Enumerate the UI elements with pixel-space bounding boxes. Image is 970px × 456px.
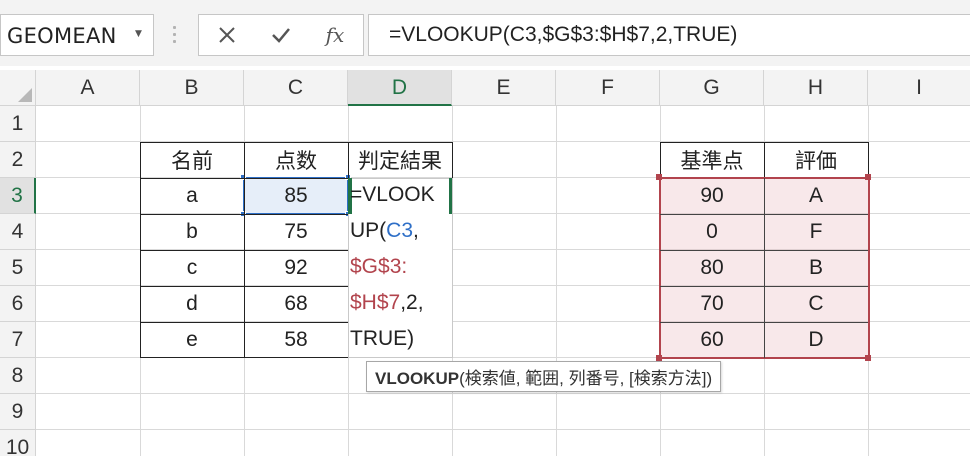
- cell-h5[interactable]: B: [764, 250, 868, 286]
- column-header-e[interactable]: E: [452, 70, 556, 106]
- table-border: [140, 142, 453, 143]
- table-border: [244, 142, 245, 358]
- table-border: [764, 142, 765, 178]
- cell-c2-header-score[interactable]: 点数: [244, 142, 348, 178]
- row-header-2[interactable]: 2: [0, 142, 36, 178]
- row-header-5[interactable]: 5: [0, 250, 36, 286]
- row-header-8[interactable]: 8: [0, 358, 36, 394]
- row-header-6[interactable]: 6: [0, 286, 36, 322]
- select-all-button[interactable]: [0, 70, 36, 106]
- drag-handle-icon[interactable]: [173, 26, 177, 44]
- formula-toolbar: GEOMEAN ▼ fx =VLOOKUP(C3,$G$3:$H$7,2,TRU…: [0, 0, 970, 66]
- cell-g7[interactable]: 60: [660, 322, 764, 358]
- cell-h2-header-grade[interactable]: 評価: [764, 142, 868, 178]
- row-header-3[interactable]: 3: [0, 178, 36, 214]
- table-border: [452, 142, 453, 178]
- enter-button[interactable]: [261, 15, 301, 55]
- cancel-button[interactable]: [207, 15, 247, 55]
- edit-line-5: TRUE): [350, 327, 415, 350]
- column-header-d[interactable]: D: [348, 70, 452, 106]
- row-header-10[interactable]: 10: [0, 430, 36, 456]
- cell-d2-header-result[interactable]: 判定結果: [348, 142, 452, 178]
- cell-b3[interactable]: a: [140, 178, 244, 214]
- formula-text: =VLOOKUP(C3,$G$3:$H$7,2,TRUE): [389, 23, 738, 46]
- cell-c7[interactable]: 58: [244, 322, 348, 358]
- worksheet-grid[interactable]: A B C D E F G H I 1 2 3 4 5 6 7 8 9 10 名…: [0, 70, 970, 456]
- name-box[interactable]: GEOMEAN ▼: [0, 14, 154, 56]
- cell-g3[interactable]: 90: [660, 178, 764, 214]
- cell-c5[interactable]: 92: [244, 250, 348, 286]
- row-header-4[interactable]: 4: [0, 214, 36, 250]
- edit-line-3: $G$3:: [350, 255, 408, 278]
- insert-function-button[interactable]: fx: [315, 15, 355, 55]
- cell-b7[interactable]: e: [140, 322, 244, 358]
- close-icon: [219, 27, 235, 43]
- cell-b2-header-name[interactable]: 名前: [140, 142, 244, 178]
- row-header-9[interactable]: 9: [0, 394, 36, 430]
- edit-text: UP(: [350, 219, 387, 242]
- cell-g2-header-threshold[interactable]: 基準点: [660, 142, 764, 178]
- column-header-h[interactable]: H: [764, 70, 868, 106]
- cell-b4[interactable]: b: [140, 214, 244, 250]
- row-header-7[interactable]: 7: [0, 322, 36, 358]
- grid-line: [556, 106, 557, 456]
- check-icon: [272, 28, 290, 43]
- cell-h3[interactable]: A: [764, 178, 868, 214]
- grid-line: [36, 429, 970, 430]
- edit-line-2: UP(C3,: [350, 219, 419, 243]
- table-border: [140, 142, 141, 358]
- edit-text: ,: [413, 219, 419, 242]
- tooltip-arguments: (検索値, 範囲, 列番号, [検索方法]): [459, 369, 713, 388]
- edit-ref-h7: $H$7: [350, 291, 401, 314]
- cell-c6[interactable]: 68: [244, 286, 348, 322]
- grid-line: [36, 393, 970, 394]
- formula-bar[interactable]: =VLOOKUP(C3,$G$3:$H$7,2,TRUE): [368, 14, 970, 56]
- edit-line-4: $H$7,2,: [350, 291, 424, 315]
- row-header-1[interactable]: 1: [0, 106, 36, 142]
- column-header-c[interactable]: C: [244, 70, 348, 106]
- column-header-b[interactable]: B: [140, 70, 244, 106]
- column-header-i[interactable]: I: [868, 70, 970, 106]
- cell-h7[interactable]: D: [764, 322, 868, 358]
- cell-h4[interactable]: F: [764, 214, 868, 250]
- cell-c3[interactable]: 85: [244, 178, 348, 214]
- cell-c4[interactable]: 75: [244, 214, 348, 250]
- edit-line-1: =VLOOK: [350, 183, 435, 206]
- cell-g4[interactable]: 0: [660, 214, 764, 250]
- cell-g5[interactable]: 80: [660, 250, 764, 286]
- name-box-value: GEOMEAN: [7, 24, 117, 48]
- edit-text: ,2,: [400, 291, 424, 314]
- cell-b5[interactable]: c: [140, 250, 244, 286]
- formula-buttons: fx: [198, 14, 364, 56]
- cell-b6[interactable]: d: [140, 286, 244, 322]
- tooltip-function-name[interactable]: VLOOKUP: [375, 369, 459, 388]
- table-border: [868, 142, 869, 178]
- chevron-down-icon[interactable]: ▼: [135, 29, 142, 39]
- active-cell-indicator: [449, 178, 452, 214]
- column-header-g[interactable]: G: [660, 70, 764, 106]
- function-tooltip[interactable]: VLOOKUP(検索値, 範囲, 列番号, [検索方法]): [366, 361, 722, 392]
- table-border: [660, 142, 661, 178]
- cell-g6[interactable]: 70: [660, 286, 764, 322]
- cell-h6[interactable]: C: [764, 286, 868, 322]
- column-header-f[interactable]: F: [556, 70, 660, 106]
- column-header-a[interactable]: A: [36, 70, 140, 106]
- edit-ref-c3: C3: [386, 219, 414, 242]
- fx-icon: fx: [325, 23, 345, 47]
